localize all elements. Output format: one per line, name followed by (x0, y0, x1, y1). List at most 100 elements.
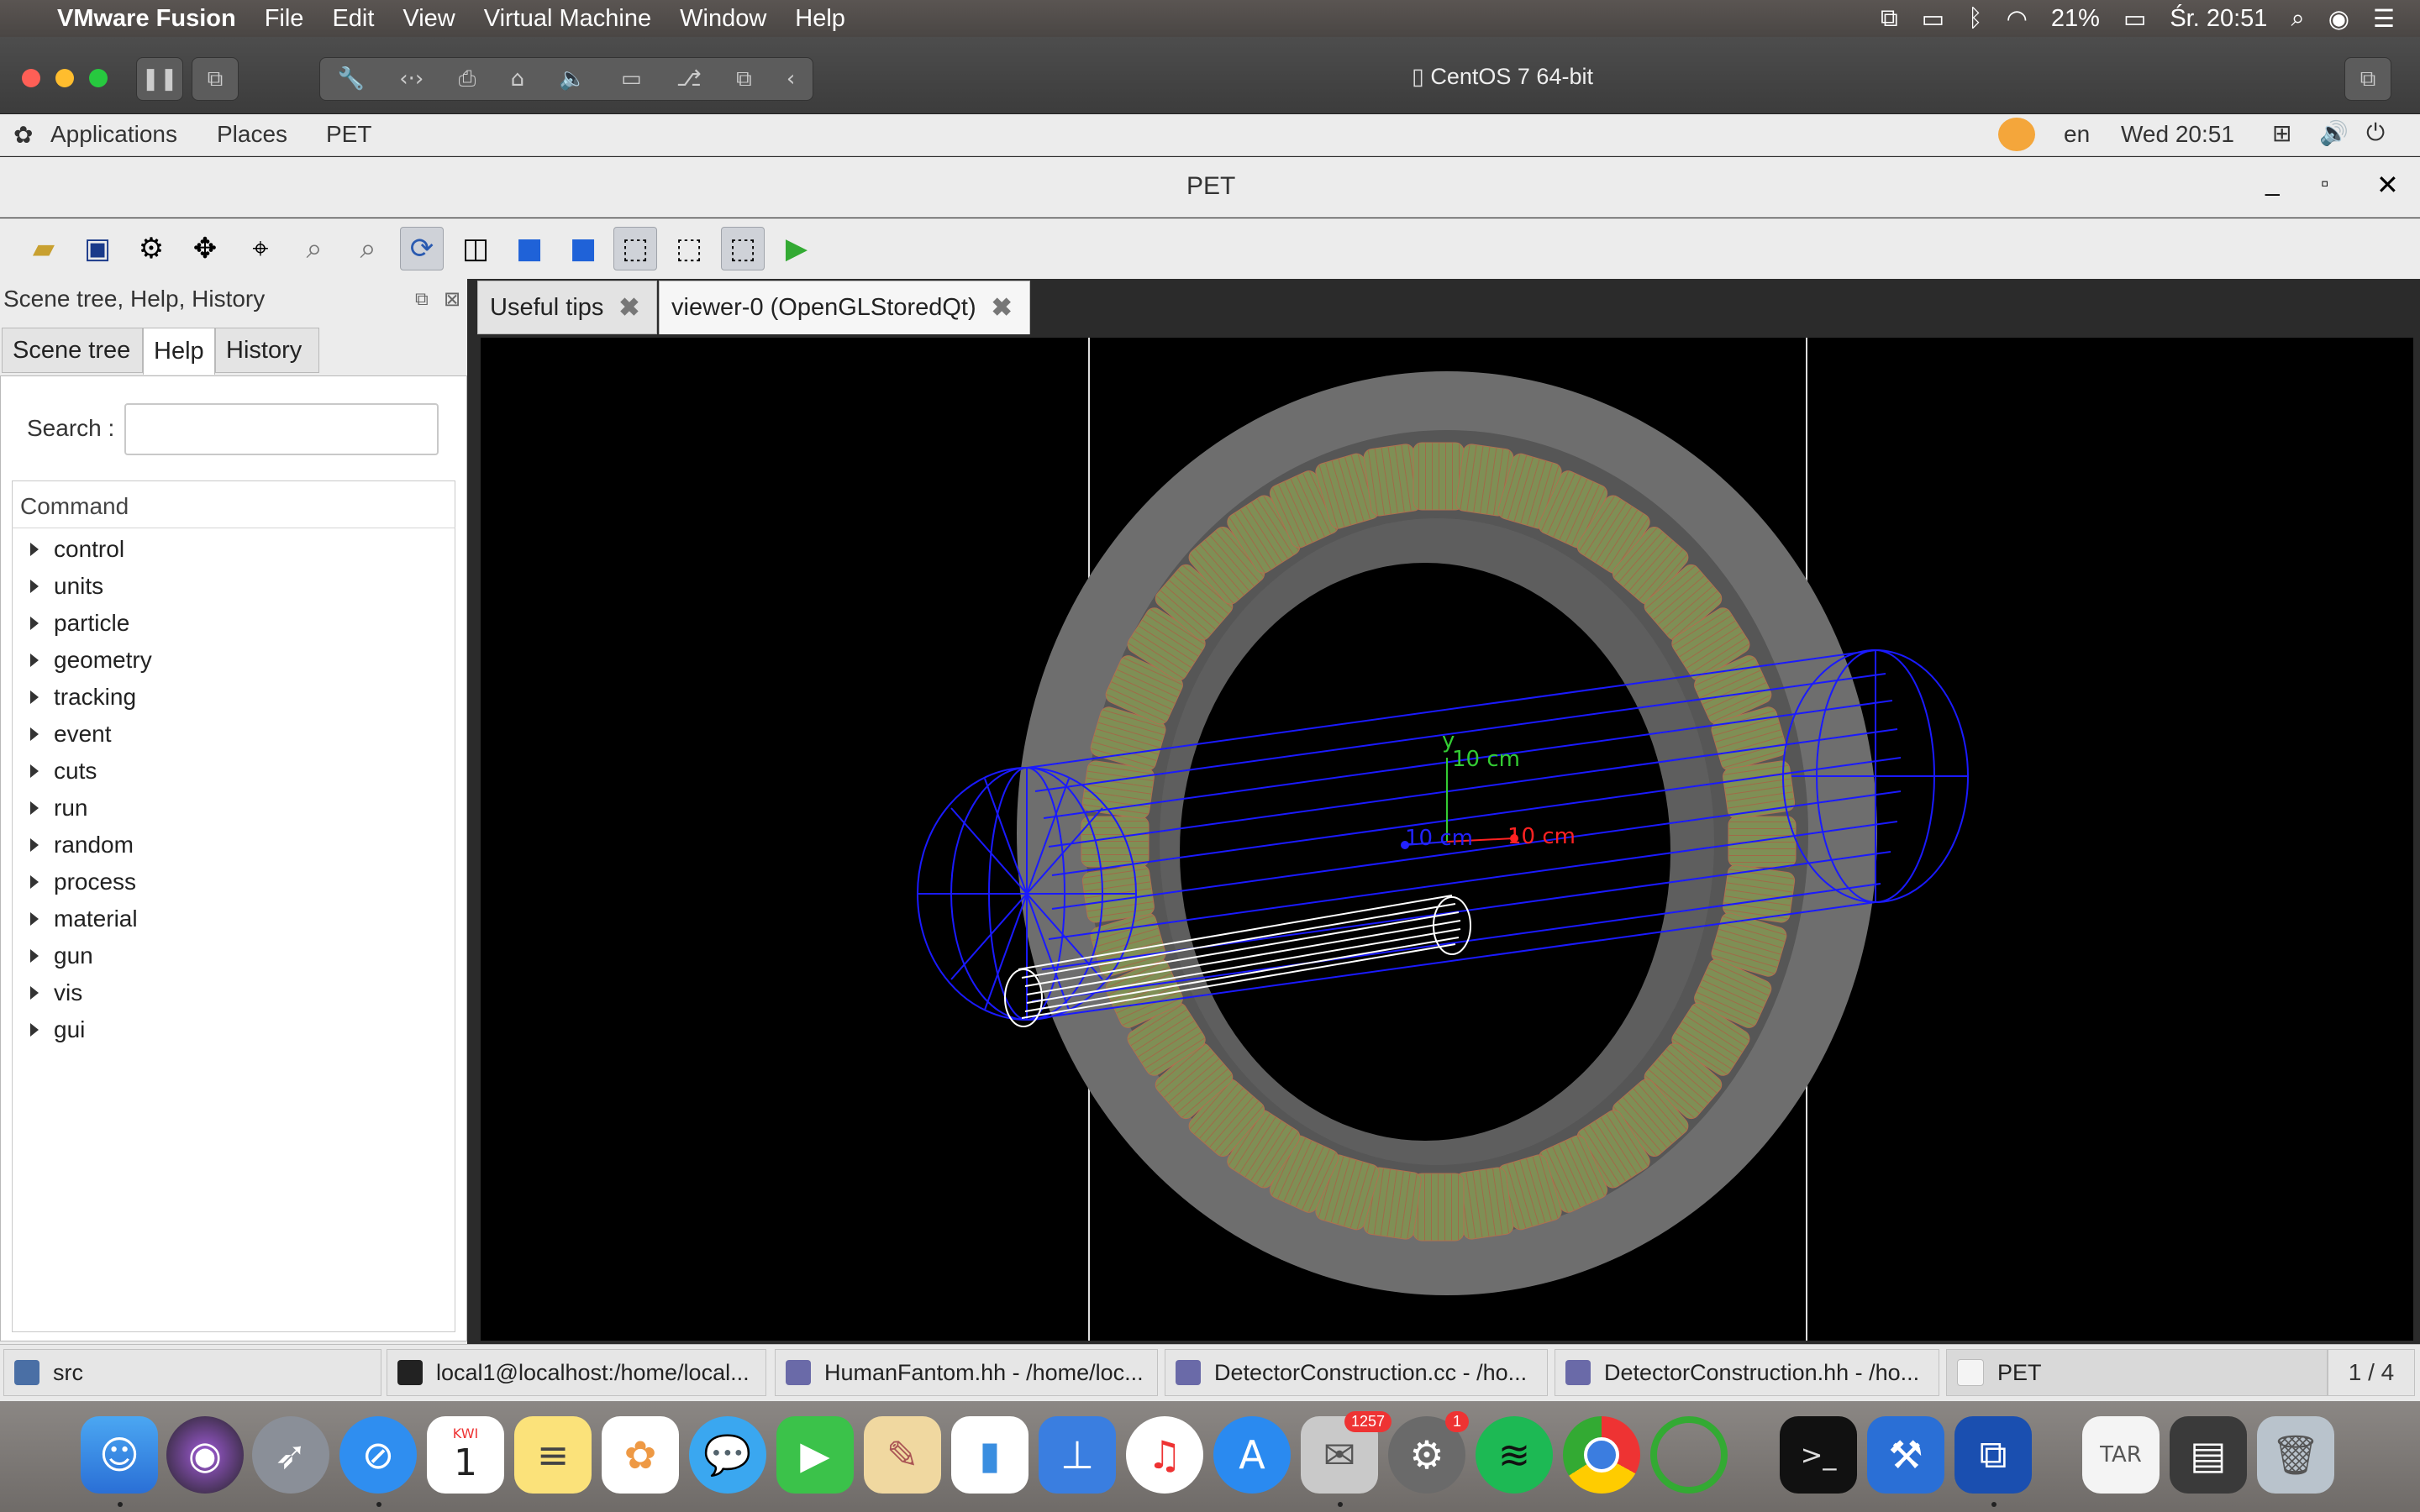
disk-icon[interactable]: ⌂ (511, 66, 525, 92)
menu-file[interactable]: File (265, 5, 304, 33)
menu-app-name[interactable]: VMware Fusion (57, 5, 236, 33)
siri-icon[interactable]: ◉ (166, 1416, 244, 1494)
facetime-icon[interactable]: ▶ (776, 1416, 854, 1494)
task-src[interactable]: src (3, 1349, 381, 1396)
hidden-line-removal-icon[interactable]: ⬚ (721, 227, 765, 270)
gear-icon[interactable]: ⚙ (129, 227, 173, 270)
shared-folder-icon[interactable]: ⧉ (736, 66, 752, 92)
chevron-left-icon[interactable]: ‹ (786, 66, 795, 92)
save-icon[interactable]: ▣ (76, 227, 119, 270)
expand-arrow-icon[interactable] (30, 580, 39, 593)
calendar-icon[interactable]: KWI 1 (427, 1416, 504, 1494)
sound-icon[interactable]: 🔈 (559, 66, 586, 92)
launchpad-icon[interactable]: ➶ (252, 1416, 329, 1494)
tab-scene-tree[interactable]: Scene tree (2, 328, 143, 373)
close-tab-icon[interactable]: ✖ (992, 293, 1013, 323)
user-avatar[interactable] (1998, 118, 2035, 151)
expand-arrow-icon[interactable] (30, 764, 39, 778)
spotlight-icon[interactable]: ⌕ (2291, 5, 2304, 33)
tree-item-event[interactable]: event (30, 716, 112, 753)
spotify-icon[interactable]: ≋ (1476, 1416, 1553, 1494)
fullscreen-button[interactable]: ⧉ (2344, 57, 2391, 101)
siri-icon[interactable]: ◉ (2328, 4, 2349, 34)
tree-item-geometry[interactable]: geometry (30, 642, 152, 679)
run-icon[interactable]: ▶ (775, 227, 818, 270)
airplay-icon[interactable]: ▭ (1922, 4, 1944, 34)
safari-icon[interactable]: ⊘ (339, 1416, 417, 1494)
task-detector-hh[interactable]: DetectorConstruction.hh - /ho... (1555, 1349, 1939, 1396)
maximize-icon[interactable]: ▫ (2321, 171, 2328, 197)
expand-arrow-icon[interactable] (30, 690, 39, 704)
messages-icon[interactable]: 💬 (689, 1416, 766, 1494)
tree-item-gun[interactable]: gun (30, 937, 93, 974)
chrome-icon[interactable] (1563, 1416, 1640, 1494)
tree-item-units[interactable]: units (30, 568, 103, 605)
opengl-viewer[interactable]: y 10 cm 10 cm 10 cm (481, 338, 2413, 1341)
vmware-status-icon[interactable]: ⧉ (1881, 5, 1898, 33)
keyboard-language[interactable]: en (2064, 121, 2090, 148)
tree-item-vis[interactable]: vis (30, 974, 82, 1011)
battery-percent[interactable]: 21% (2051, 5, 2100, 33)
tree-item-tracking[interactable]: tracking (30, 679, 136, 716)
menu-places[interactable]: Places (217, 121, 287, 148)
tar-archive-icon[interactable]: TAR (2082, 1416, 2160, 1494)
tree-item-control[interactable]: control (30, 531, 124, 568)
volume-icon[interactable]: 🔊 (2319, 119, 2349, 147)
surface-icon[interactable]: ■ (561, 227, 605, 270)
notification-center-icon[interactable]: ☰ (2373, 4, 2395, 34)
minimize-window-icon[interactable] (55, 69, 74, 87)
float-dock-icon[interactable]: ⧉ (415, 289, 429, 310)
crosshair-icon[interactable]: ⌖ (239, 227, 282, 270)
wireframe-icon[interactable]: ⬚ (613, 227, 657, 270)
minimize-icon[interactable]: _ (2265, 169, 2280, 197)
usb-icon[interactable]: ⎇ (676, 66, 702, 92)
tree-item-material[interactable]: material (30, 900, 138, 937)
open-folder-icon[interactable]: ▰ (22, 227, 66, 270)
battery-icon[interactable]: ▭ (2123, 4, 2146, 34)
expand-arrow-icon[interactable] (30, 986, 39, 1000)
gnome-clock[interactable]: Wed 20:51 (2121, 121, 2234, 148)
menubar-clock[interactable]: Śr. 20:51 (2170, 5, 2267, 33)
tree-item-random[interactable]: random (30, 827, 134, 864)
tree-item-gui[interactable]: gui (30, 1011, 85, 1048)
zoom-window-icon[interactable] (89, 69, 108, 87)
rotate-icon[interactable]: ⟳ (400, 227, 444, 270)
expand-arrow-icon[interactable] (30, 875, 39, 889)
notes-icon[interactable]: ≡ (514, 1416, 592, 1494)
network-icon[interactable]: ‹·› (399, 66, 424, 92)
activity-icon[interactable] (1650, 1416, 1728, 1494)
task-detector-cc[interactable]: DetectorConstruction.cc - /ho... (1165, 1349, 1548, 1396)
menu-help[interactable]: Help (795, 5, 845, 33)
workspace-switcher[interactable]: 1 / 4 (2328, 1349, 2415, 1396)
close-tab-icon[interactable]: ✖ (618, 293, 639, 323)
close-window-icon[interactable] (22, 69, 40, 87)
finder-icon[interactable]: ☺ (81, 1416, 158, 1494)
expand-arrow-icon[interactable] (30, 617, 39, 630)
applications-icon[interactable]: ✿ (13, 121, 33, 149)
wifi-icon[interactable]: ◠ (2007, 4, 2028, 34)
search-input[interactable] (124, 403, 439, 455)
keynote-icon[interactable]: ⊥ (1039, 1416, 1116, 1494)
trash-icon[interactable]: 🗑 (2257, 1416, 2334, 1494)
itunes-icon[interactable]: ♫ (1126, 1416, 1203, 1494)
tree-item-process[interactable]: process (30, 864, 136, 900)
menu-view[interactable]: View (402, 5, 455, 33)
task-terminal[interactable]: local1@localhost:/home/local... (387, 1349, 766, 1396)
expand-arrow-icon[interactable] (30, 801, 39, 815)
tab-history[interactable]: History (215, 328, 319, 373)
tree-item-run[interactable]: run (30, 790, 87, 827)
xcode-icon[interactable]: ⚒ (1867, 1416, 1944, 1494)
task-humanfantom[interactable]: HumanFantom.hh - /home/loc... (775, 1349, 1158, 1396)
menu-pet[interactable]: PET (326, 121, 371, 148)
app-store-icon[interactable]: A (1213, 1416, 1291, 1494)
photos-icon[interactable]: ✿ (602, 1416, 679, 1494)
task-pet[interactable]: PET (1946, 1349, 2328, 1396)
expand-arrow-icon[interactable] (30, 949, 39, 963)
printer-icon[interactable]: ⎙ (459, 66, 476, 92)
numbers-icon[interactable]: ▮ (951, 1416, 1028, 1494)
pages-icon[interactable]: ✎ (864, 1416, 941, 1494)
vmware-fusion-icon[interactable]: ⧉ (1954, 1416, 2032, 1494)
close-icon[interactable]: ✕ (2376, 169, 2399, 201)
solid-icon[interactable]: ■ (508, 227, 551, 270)
zoom-in-icon[interactable]: ⌕ (346, 227, 390, 270)
